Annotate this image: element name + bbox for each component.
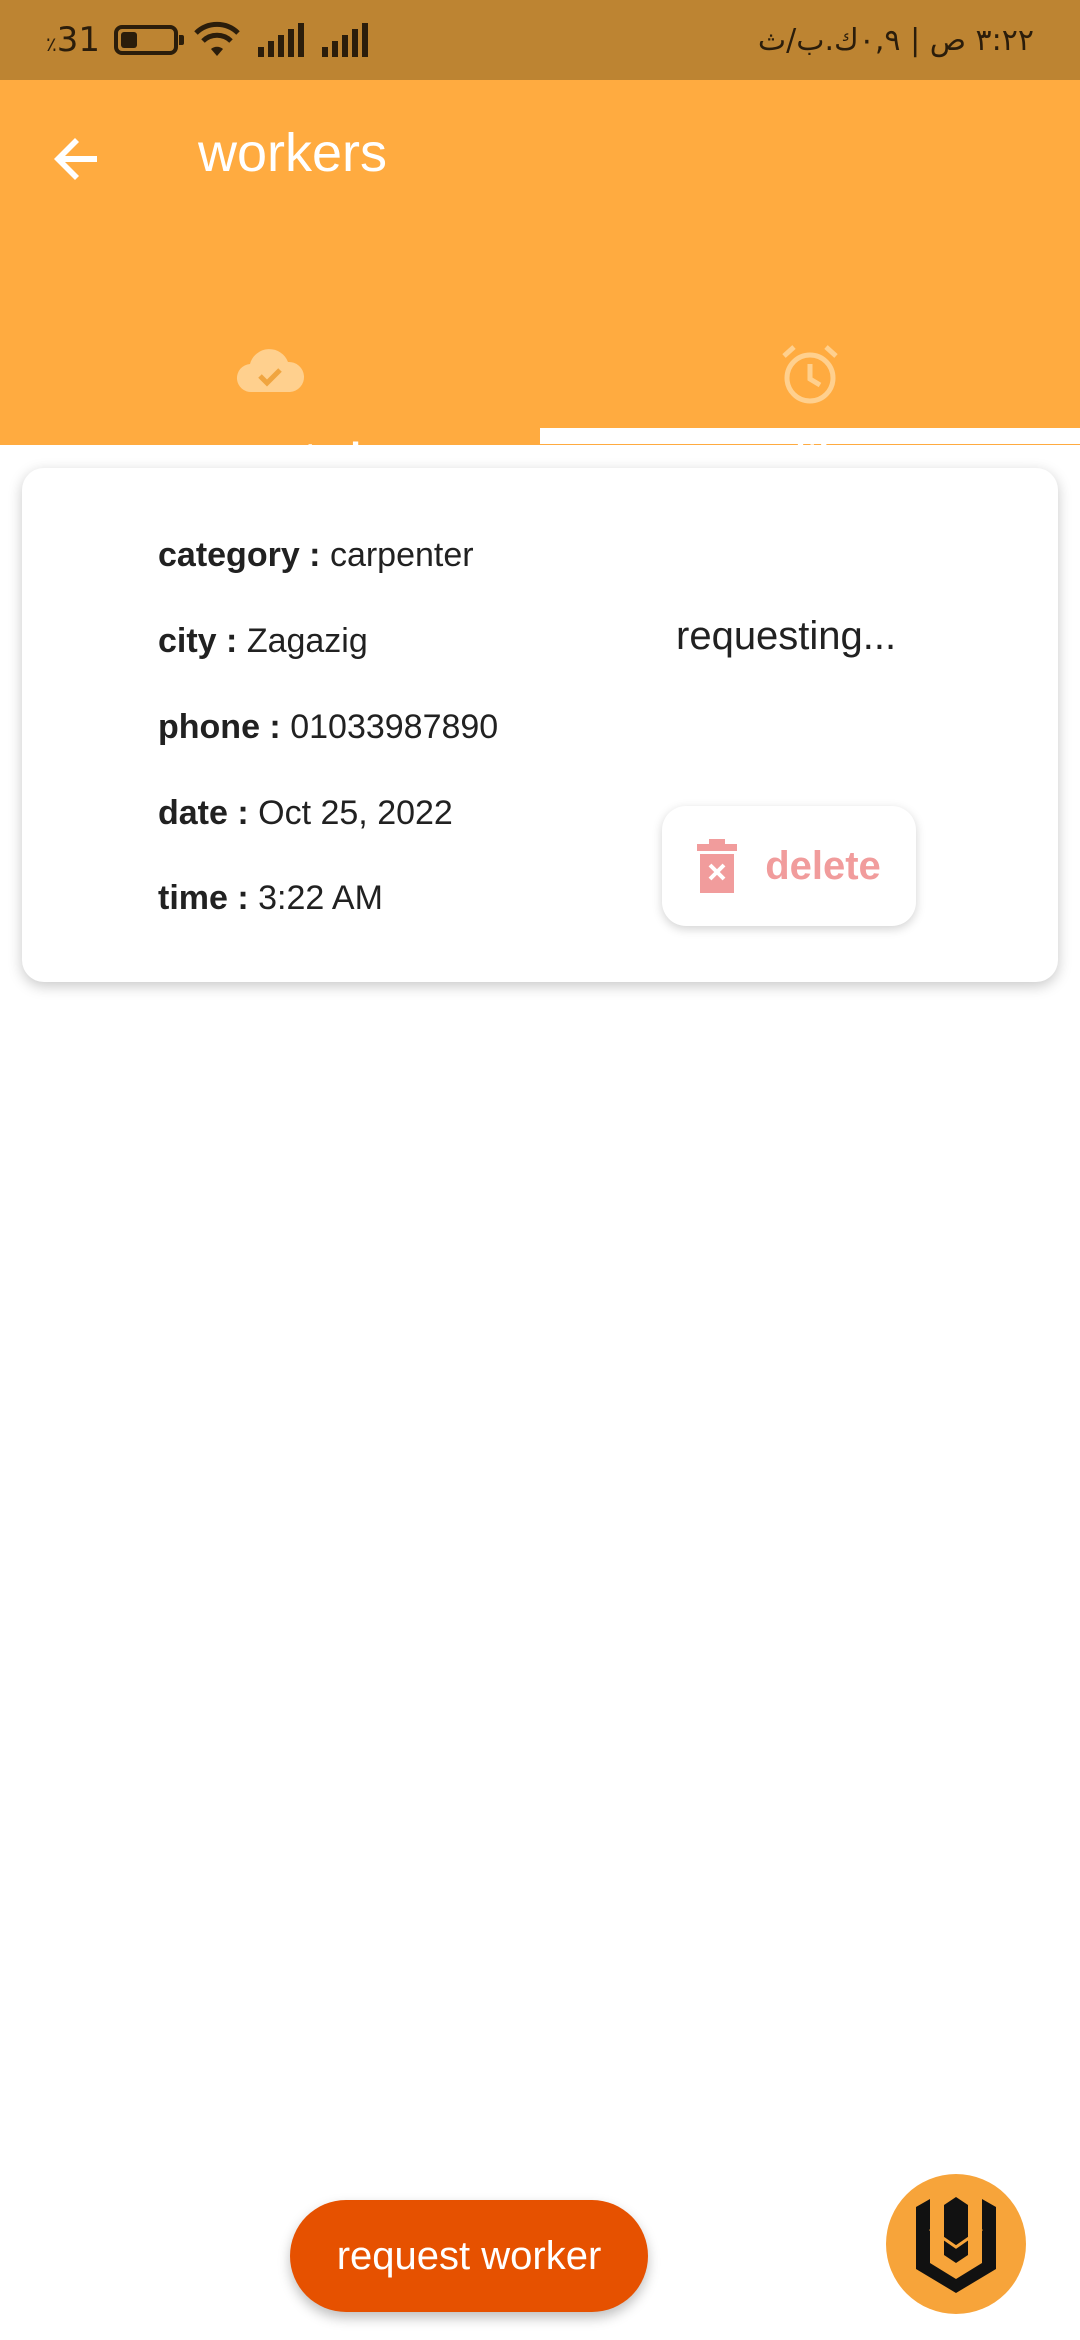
status-icons: ٪31 [46, 0, 370, 80]
request-worker-button[interactable]: request worker [290, 2200, 648, 2312]
back-button[interactable] [42, 124, 112, 194]
date-row: date : Oct 25, 2022 [158, 794, 453, 833]
tab-waiting[interactable]: waiting [540, 260, 1080, 478]
tab-background-strip [540, 428, 1080, 444]
category-row: category : carpenter [158, 536, 474, 575]
trash-icon [697, 839, 738, 893]
time-label: time : [158, 879, 249, 917]
status-bar: ٪31 ٣:٢٢ ص | ٠,٩ك.ب/ث [0, 0, 1080, 80]
date-value: Oct 25, 2022 [258, 794, 453, 832]
delete-label: delete [765, 843, 881, 888]
phone-row: phone : 01033987890 [158, 708, 498, 747]
alarm-clock-icon [774, 342, 846, 414]
page-title: workers [198, 123, 388, 183]
arrow-back-icon [54, 138, 97, 180]
category-label: category : [158, 536, 321, 574]
status-time-speed: ٣:٢٢ ص | ٠,٩ك.ب/ث [757, 22, 1034, 58]
request-card: category : carpenter city : Zagazig phon… [22, 468, 1058, 982]
app-logo-icon [916, 2197, 996, 2293]
wifi-icon [194, 21, 240, 56]
phone-label: phone : [158, 708, 281, 746]
time-row: time : 3:22 AM [158, 879, 383, 918]
cloud-check-icon [234, 342, 306, 414]
tab-requested[interactable]: requested [0, 260, 540, 478]
category-value: carpenter [329, 536, 474, 574]
phone-value: 01033987890 [290, 708, 499, 746]
battery-percent: ٪31 [46, 20, 101, 60]
city-row: city : Zagazig [158, 622, 368, 661]
time-value: 3:22 AM [258, 879, 383, 917]
app-logo-button[interactable] [886, 2174, 1026, 2314]
city-value: Zagazig [246, 622, 368, 660]
battery-icon [114, 25, 185, 55]
date-label: date : [158, 794, 249, 832]
request-status: requesting... [676, 614, 897, 658]
city-label: city : [158, 622, 238, 660]
app-bar: workers requested waiting [0, 80, 1080, 478]
signal-icon-2 [322, 23, 369, 57]
signal-icon [258, 23, 305, 57]
delete-button[interactable]: delete [662, 806, 916, 926]
